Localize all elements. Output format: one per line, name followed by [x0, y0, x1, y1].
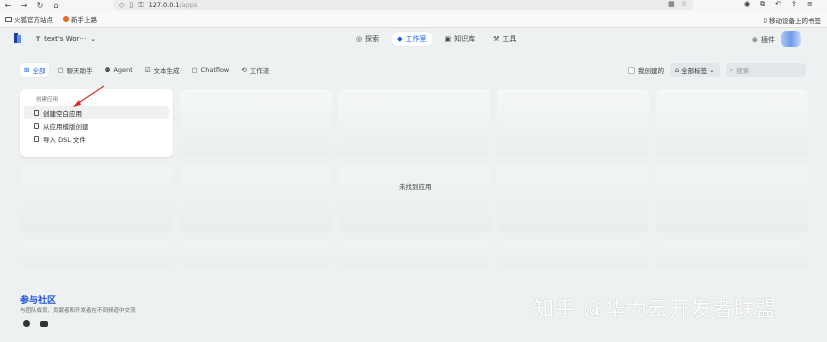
github-icon[interactable]	[23, 320, 30, 327]
watermark: 知乎 @华为云开发者联盟	[533, 297, 777, 321]
community-desc: 与团队成员、贡献者和开发者在不同频道中交流	[20, 308, 136, 314]
social-links	[23, 320, 48, 327]
discord-icon[interactable]	[40, 321, 48, 327]
community-title: 参与社区	[20, 296, 57, 306]
annotation-arrow-icon	[73, 85, 105, 107]
